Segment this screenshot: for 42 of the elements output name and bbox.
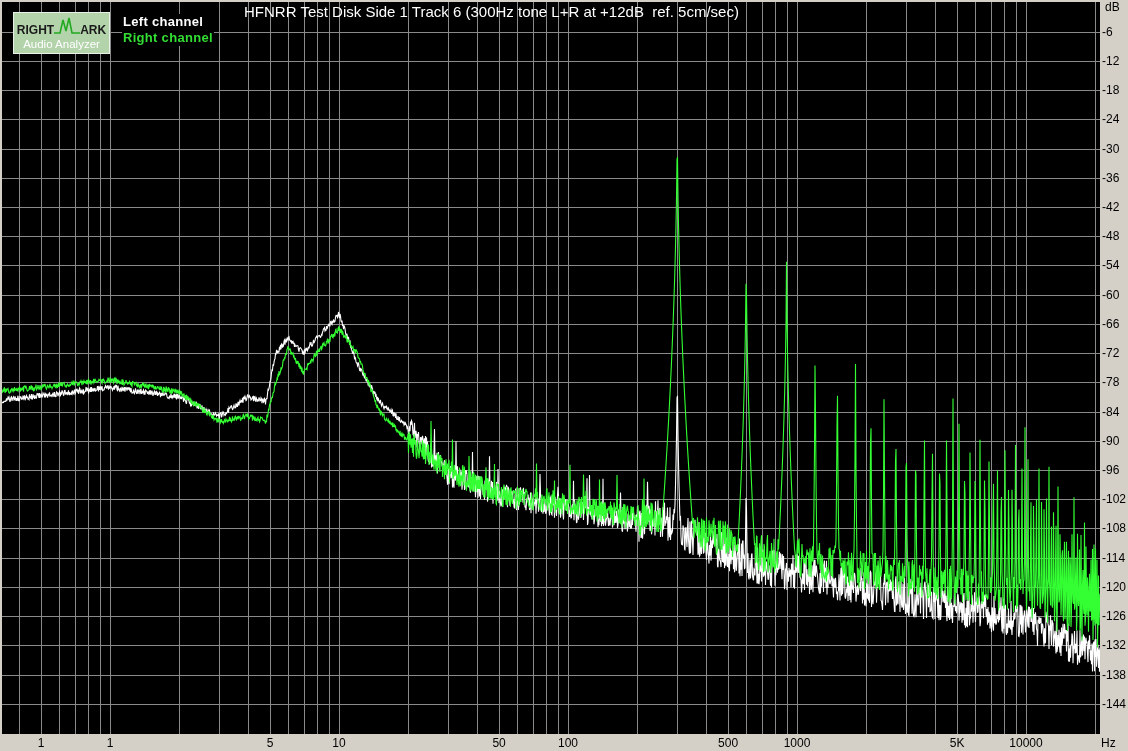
axis-tick-label: -78 [1102,376,1120,388]
chart-title: HFNRR Test Disk Side 1 Track 6 (300Hz tone L+R at +12dB ref. 5cm/sec) [244,4,739,19]
axis-tick-label: -6 [1102,26,1113,38]
axis-tick-label: -144 [1102,698,1127,710]
logo-subtitle: Audio Analyzer [23,39,100,51]
axis-tick-label: 10000 [1009,737,1043,749]
axis-tick-label: -12 [1102,55,1120,67]
axis-tick-label: -60 [1102,289,1120,301]
axis-tick-label: -30 [1102,143,1120,155]
axis-unit: Hz [1101,737,1116,749]
legend-label: Right channel [122,30,214,46]
axis-tick-label: -24 [1102,113,1120,125]
axis-tick-label: -84 [1102,406,1120,418]
axis-tick-label: -120 [1102,581,1127,593]
axis-tick-label: 1 [37,737,45,749]
axis-tick-label: -126 [1102,610,1127,622]
axis-tick-label: -132 [1102,639,1127,651]
axis-tick-label: 10 [332,737,346,749]
logo-text: RIGHT [16,24,55,36]
axis-tick-label: 50 [492,737,506,749]
legend-label: Left channel [122,14,205,30]
logo-text: ARK [80,24,107,36]
axis-tick-label: 5K [949,737,965,749]
axis-tick-label: -108 [1102,522,1127,534]
axis-tick-label: 500 [718,737,739,749]
axis-tick-label: 1000 [783,737,811,749]
axis-tick-label: -114 [1102,552,1126,564]
axis-tick-label: -72 [1102,347,1120,359]
axis-tick-label: -90 [1102,435,1120,447]
axis-tick-label: 1 [106,737,114,749]
axis-tick-label: -66 [1102,318,1120,330]
axis-unit: dB [1105,1,1120,13]
axis-tick-label: -48 [1102,230,1120,242]
axis-tick-label: -42 [1102,201,1120,213]
axis-tick-label: -36 [1102,172,1120,184]
axis-tick-label: -96 [1102,464,1120,476]
axis-tick-label: -138 [1102,669,1127,681]
axis-tick-label: -102 [1102,493,1127,505]
axis-tick-label: -18 [1102,84,1120,96]
axis-tick-label: -54 [1102,259,1120,271]
axis-tick-label: 5 [266,737,274,749]
axis-tick-label: 100 [558,737,578,749]
